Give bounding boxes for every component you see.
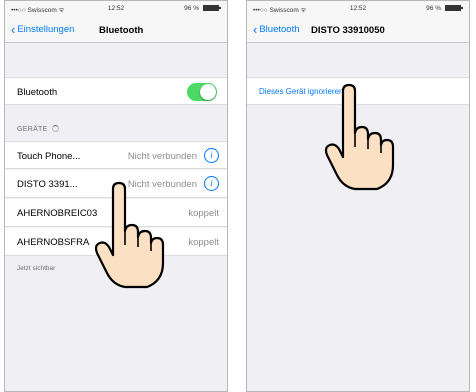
battery-icon xyxy=(203,5,221,11)
back-button-bluetooth[interactable]: ‹ Bluetooth xyxy=(253,21,300,37)
device-name: Touch Phone... xyxy=(17,151,81,162)
visibility-note: Jetzt sichtbar xyxy=(17,265,56,272)
navigation-bar: ‹ Bluetooth DISTO 33910050 xyxy=(247,15,469,43)
page-title: DISTO 33910050 xyxy=(311,25,385,36)
status-bar: •••○○ Swisscom ᯤ 12:52 96 % xyxy=(247,1,469,15)
bluetooth-toggle[interactable] xyxy=(187,83,217,101)
device-name: AHERNOBREIC03 xyxy=(17,208,98,219)
pointing-hand-icon xyxy=(94,181,165,289)
battery-percent: 96 % xyxy=(426,5,441,12)
toggle-knob xyxy=(200,84,216,100)
battery-percent: 96 % xyxy=(184,5,199,12)
chevron-left-icon: ‹ xyxy=(11,21,16,37)
loading-spinner-icon xyxy=(51,125,59,132)
devices-section-header: GERÄTE xyxy=(17,125,59,133)
device-status: koppelt xyxy=(188,208,219,219)
battery-icon xyxy=(445,5,463,11)
device-status: koppelt xyxy=(188,237,219,248)
bluetooth-settings-screen: •••○○ Swisscom ᯤ 12:52 96 % ‹ Einstellun… xyxy=(4,0,228,392)
pointing-hand-icon xyxy=(324,83,395,191)
devices-section-label: GERÄTE xyxy=(17,126,48,133)
device-row[interactable]: Touch Phone... Nicht verbunden i xyxy=(5,141,227,169)
back-button-label: Bluetooth xyxy=(259,24,300,35)
navigation-bar: ‹ Einstellungen Bluetooth xyxy=(5,15,227,43)
bluetooth-toggle-row: Bluetooth xyxy=(5,77,227,105)
bluetooth-label: Bluetooth xyxy=(17,87,58,98)
device-detail-screen: •••○○ Swisscom ᯤ 12:52 96 % ‹ Bluetooth … xyxy=(246,0,470,392)
info-icon[interactable]: i xyxy=(204,176,219,191)
status-bar: •••○○ Swisscom ᯤ 12:52 96 % xyxy=(5,1,227,15)
info-icon[interactable]: i xyxy=(204,148,219,163)
chevron-left-icon: ‹ xyxy=(253,21,258,37)
device-status: Nicht verbunden xyxy=(127,151,197,162)
device-name: AHERNOBSFRA xyxy=(17,237,90,248)
back-button-einstellungen[interactable]: ‹ Einstellungen xyxy=(11,21,75,37)
back-button-label: Einstellungen xyxy=(17,24,75,35)
page-title: Bluetooth xyxy=(99,25,144,36)
device-name: DISTO 3391... xyxy=(17,179,78,190)
